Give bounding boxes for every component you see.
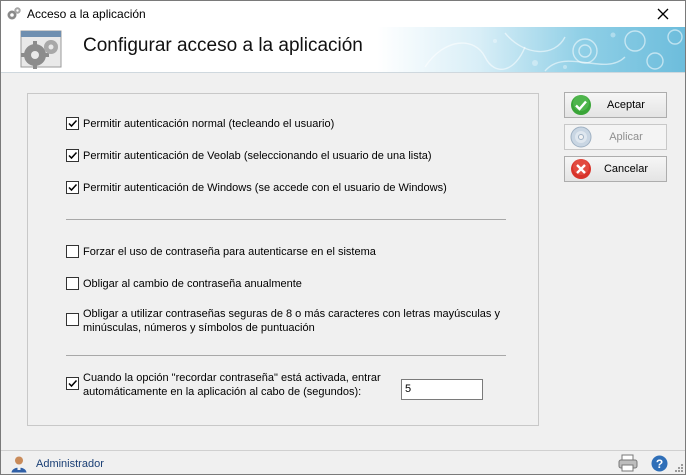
- auto-login-label-line2: automáticamente en la aplicación al cabo…: [83, 386, 362, 398]
- force-password-checkbox[interactable]: [66, 245, 79, 258]
- strong-password-label-line1: Obligar a utilizar contraseñas seguras d…: [83, 308, 500, 320]
- settings-gears-icon: [20, 30, 62, 69]
- cancel-circle-icon: [571, 159, 591, 179]
- checkmark-circle-icon: [571, 95, 591, 115]
- status-bar: Administrador ?: [1, 450, 685, 474]
- apply-button-label: Aplicar: [609, 131, 643, 143]
- auth-normal-label: Permitir autenticación normal (tecleando…: [83, 118, 335, 130]
- accept-button-label: Aceptar: [607, 99, 645, 111]
- check-icon: [68, 151, 78, 160]
- option-strong-password[interactable]: Obligar a utilizar contraseñas seguras d…: [66, 307, 500, 335]
- help-icon[interactable]: ?: [651, 455, 668, 472]
- close-icon: [657, 8, 669, 20]
- divider: [66, 355, 506, 356]
- svg-text:?: ?: [656, 457, 663, 471]
- divider: [66, 219, 506, 220]
- printer-icon[interactable]: [617, 454, 639, 472]
- close-button[interactable]: [641, 1, 685, 27]
- option-force-password[interactable]: Forzar el uso de contraseña para autenti…: [66, 245, 376, 259]
- check-icon: [68, 119, 78, 128]
- auth-windows-label: Permitir autenticación de Windows (se ac…: [83, 182, 447, 194]
- strong-password-label: Obligar a utilizar contraseñas seguras d…: [83, 307, 500, 335]
- auto-login-checkbox[interactable]: [66, 377, 79, 390]
- yearly-change-checkbox[interactable]: [66, 277, 79, 290]
- window-title: Acceso a la aplicación: [27, 7, 146, 21]
- yearly-change-label: Obligar al cambio de contraseña anualmen…: [83, 278, 302, 290]
- auth-normal-checkbox[interactable]: [66, 117, 79, 130]
- auth-veolab-label: Permitir autenticación de Veolab (selecc…: [83, 150, 432, 162]
- page-title: Configurar acceso a la aplicación: [83, 35, 363, 56]
- auth-veolab-checkbox[interactable]: [66, 149, 79, 162]
- option-auth-veolab[interactable]: Permitir autenticación de Veolab (selecc…: [66, 149, 432, 163]
- option-yearly-change[interactable]: Obligar al cambio de contraseña anualmen…: [66, 277, 302, 291]
- resize-grip-icon[interactable]: [673, 462, 683, 472]
- check-icon: [68, 183, 78, 192]
- accept-button[interactable]: Aceptar: [564, 92, 667, 118]
- auto-login-label: Cuando la opción "recordar contraseña" e…: [83, 371, 381, 399]
- title-bar: Acceso a la aplicación: [1, 1, 685, 27]
- cancel-button-label: Cancelar: [603, 163, 649, 175]
- apply-button[interactable]: Aplicar: [564, 124, 667, 150]
- disc-icon: [570, 126, 592, 148]
- auto-login-label-line1: Cuando la opción "recordar contraseña" e…: [83, 372, 381, 384]
- auth-windows-checkbox[interactable]: [66, 181, 79, 194]
- dialog-window: Acceso a la aplicación Configurar acceso…: [0, 0, 686, 475]
- header-banner: Configurar acceso a la aplicación: [1, 27, 685, 73]
- current-user: Administrador: [36, 458, 104, 470]
- option-auth-windows[interactable]: Permitir autenticación de Windows (se ac…: [66, 181, 447, 195]
- auto-login-seconds-input[interactable]: 5: [401, 379, 483, 400]
- force-password-label: Forzar el uso de contraseña para autenti…: [83, 246, 376, 258]
- user-icon: [11, 456, 27, 473]
- banner-decoration: [424, 29, 683, 72]
- gears-icon: [7, 7, 21, 20]
- option-auth-normal[interactable]: Permitir autenticación normal (tecleando…: [66, 117, 334, 131]
- strong-password-label-line2: minúsculas, números y símbolos de puntua…: [83, 322, 315, 334]
- cancel-button[interactable]: Cancelar: [564, 156, 667, 182]
- check-icon: [68, 379, 78, 388]
- option-auto-login[interactable]: Cuando la opción "recordar contraseña" e…: [66, 371, 381, 399]
- strong-password-checkbox[interactable]: [66, 313, 79, 326]
